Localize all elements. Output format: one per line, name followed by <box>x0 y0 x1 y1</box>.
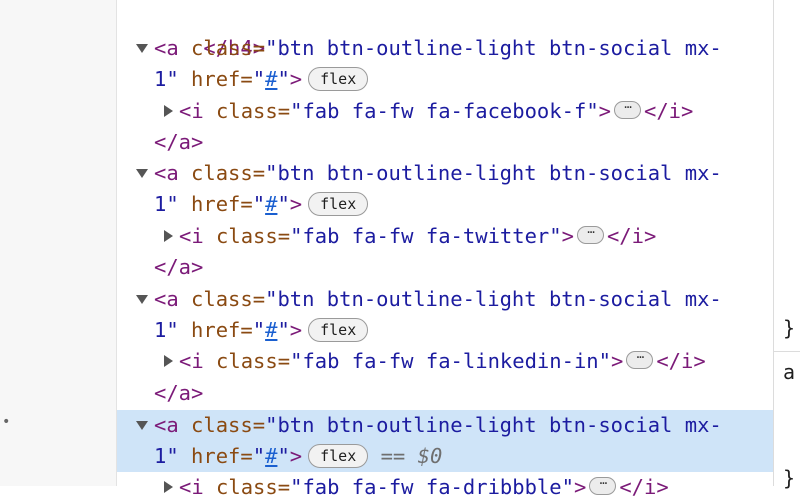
open-tag-i: <i <box>179 475 204 499</box>
flex-badge[interactable]: flex <box>308 67 369 91</box>
attr-value-class-cont[interactable]: 1" <box>154 67 179 91</box>
disclosure-triangle-right-icon[interactable] <box>164 355 173 367</box>
attr-name-class: class= <box>216 224 291 248</box>
attr-value-class-cont[interactable]: 1" <box>154 444 179 468</box>
tag-end: > <box>289 192 303 216</box>
attr-value-class[interactable]: "btn btn-outline-light btn-social mx- <box>265 287 722 311</box>
tree-node-a-4-cont[interactable]: 1" href="#"> flex == $0 <box>117 441 773 472</box>
disclosure-triangle-down-icon[interactable] <box>136 169 148 178</box>
tree-node-i-4[interactable]: <i class="fab fa-fw fa-dribbble"> ⋯ </i> <box>117 472 773 503</box>
attr-name-class: class= <box>216 99 291 123</box>
tag-end: > <box>289 444 303 468</box>
open-tag-i: <i <box>179 349 204 373</box>
tree-line-close-a: </a> <box>117 252 773 283</box>
flex-badge[interactable]: flex <box>308 318 369 342</box>
closing-tag-a: </a> <box>154 381 204 405</box>
closing-tag-i: </i> <box>606 224 657 248</box>
tree-node-a-3-cont[interactable]: 1" href="#"> flex <box>117 315 773 346</box>
attr-value-href-link[interactable]: # <box>265 192 277 216</box>
rule-divider <box>774 351 800 352</box>
tree-node-i-1[interactable]: <i class="fab fa-fw fa-facebook-f"> ⋯ </i> <box>117 96 773 127</box>
open-tag-i: <i <box>179 224 204 248</box>
attr-name-class: class= <box>191 36 266 60</box>
closing-tag-i: </i> <box>644 99 694 123</box>
open-tag-a: <a <box>154 287 179 311</box>
flex-badge[interactable]: flex <box>308 444 369 468</box>
attr-name-href: href= <box>191 318 253 342</box>
attr-value-class-cont[interactable]: 1" <box>154 318 179 342</box>
rule-closing-brace: } <box>783 466 796 490</box>
attr-name-class: class= <box>216 349 291 373</box>
tree-node-a-1-cont[interactable]: 1" href="#"> flex <box>117 64 773 95</box>
ellipsis-icon[interactable]: ⋯ <box>614 101 641 119</box>
tree-node-a-2-cont[interactable]: 1" href="#"> flex <box>117 189 773 220</box>
attr-name-href: href= <box>191 444 253 468</box>
attr-value-class[interactable]: "fab fa-fw fa-facebook-f" <box>290 99 599 123</box>
attr-name-class: class= <box>191 287 266 311</box>
tree-line-close-a: </a> <box>117 378 773 409</box>
attr-value-href-link[interactable]: # <box>265 444 277 468</box>
closing-tag-a: </a> <box>154 130 204 154</box>
rule-closing-brace: } <box>783 316 796 340</box>
attr-value-class[interactable]: "btn btn-outline-light btn-social mx- <box>265 161 722 185</box>
equals-indicator: == <box>380 444 406 468</box>
selected-node-marker: • <box>2 414 11 430</box>
dom-tree[interactable]: </h4> <a class="btn btn-outline-light bt… <box>117 0 773 499</box>
attr-name-class: class= <box>216 475 291 499</box>
tree-node-i-2[interactable]: <i class="fab fa-fw fa-twitter"> ⋯ </i> <box>117 221 773 252</box>
flex-badge[interactable]: flex <box>308 192 369 216</box>
closing-tag-i: </i> <box>619 475 669 499</box>
tree-line-close-h4: </h4> <box>117 2 773 60</box>
tree-node-a-3[interactable]: <a class="btn btn-outline-light btn-soci… <box>117 284 773 315</box>
line-gutter: • <box>0 0 117 486</box>
attr-name-class: class= <box>191 413 266 437</box>
tag-end: > <box>289 318 303 342</box>
attr-value-class[interactable]: "fab fa-fw fa-twitter" <box>290 224 562 248</box>
styles-pane-edge: } a } <box>773 0 800 490</box>
disclosure-triangle-right-icon[interactable] <box>164 230 173 242</box>
attr-value-href-link[interactable]: # <box>265 67 277 91</box>
tree-node-a-2[interactable]: <a class="btn btn-outline-light btn-soci… <box>117 158 773 189</box>
attr-value-class-cont[interactable]: 1" <box>154 192 179 216</box>
tag-end: > <box>289 67 303 91</box>
ellipsis-icon[interactable]: ⋯ <box>576 226 604 244</box>
tree-node-a-1[interactable]: <a class="btn btn-outline-light btn-soci… <box>117 33 773 64</box>
tree-line-close-a: </a> <box>117 127 773 158</box>
attr-value-class[interactable]: "btn btn-outline-light btn-social mx- <box>265 36 722 60</box>
open-tag-a: <a <box>154 413 179 437</box>
disclosure-triangle-right-icon[interactable] <box>164 105 173 117</box>
attr-name-href: href= <box>191 192 253 216</box>
attr-value-class[interactable]: "btn btn-outline-light btn-social mx- <box>265 413 722 437</box>
ellipsis-icon[interactable]: ⋯ <box>626 351 654 369</box>
ellipsis-icon[interactable]: ⋯ <box>589 477 617 495</box>
attr-value-class[interactable]: "fab fa-fw fa-dribbble" <box>290 475 574 499</box>
open-tag-a: <a <box>154 36 179 60</box>
attr-name-href: href= <box>191 67 253 91</box>
tree-node-a-4-selected[interactable]: <a class="btn btn-outline-light btn-soci… <box>117 410 773 441</box>
disclosure-triangle-down-icon[interactable] <box>136 421 148 430</box>
open-tag-a: <a <box>154 161 179 185</box>
closing-tag-a: </a> <box>154 255 204 279</box>
open-tag-i: <i <box>179 99 204 123</box>
disclosure-triangle-right-icon[interactable] <box>164 481 173 493</box>
attr-value-class[interactable]: "fab fa-fw fa-linkedin-in" <box>290 349 611 373</box>
console-reference-var: $0 <box>417 444 443 468</box>
closing-tag-i: </i> <box>656 349 706 373</box>
disclosure-triangle-down-icon[interactable] <box>136 295 148 304</box>
attr-name-class: class= <box>191 161 266 185</box>
disclosure-triangle-down-icon[interactable] <box>136 44 148 53</box>
rule-selector-fragment[interactable]: a <box>783 360 795 384</box>
tree-node-i-3[interactable]: <i class="fab fa-fw fa-linkedin-in"> ⋯ </i… <box>117 346 773 377</box>
attr-value-href-link[interactable]: # <box>265 318 277 342</box>
